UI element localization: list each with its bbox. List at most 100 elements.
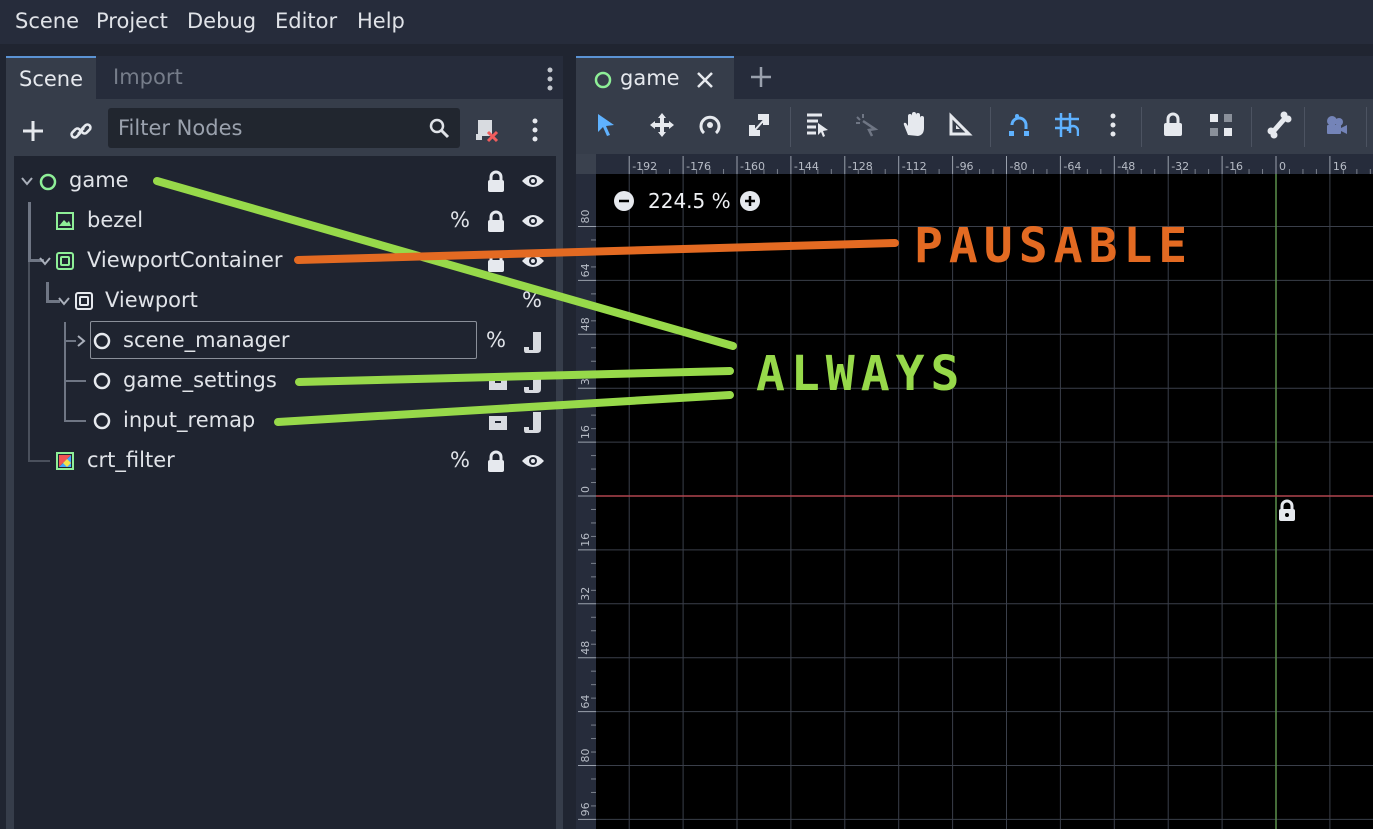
tab-game-label: game <box>620 66 680 90</box>
ruler-label: 16 <box>579 533 592 547</box>
ruler-label: 80 <box>579 749 592 763</box>
eye-icon[interactable] <box>521 452 545 470</box>
lock-icon[interactable] <box>485 170 507 194</box>
select-tool-icon[interactable] <box>593 111 619 139</box>
annotation-pausable: PAUSABLE <box>914 218 1194 274</box>
color-rect-icon <box>56 452 74 470</box>
dock-menu-icon[interactable] <box>543 66 557 92</box>
menubar: Scene Project Debug Editor Help <box>0 0 1373 44</box>
tree-item-viewport[interactable]: Viewport <box>105 288 198 312</box>
pan-tool-icon[interactable] <box>900 111 926 139</box>
node-circle-icon <box>93 332 111 350</box>
chevron-down-icon[interactable] <box>57 294 71 308</box>
ruler-tool-icon[interactable] <box>947 111 973 139</box>
menu-project[interactable]: Project <box>96 9 168 33</box>
unique-name-badge[interactable]: % <box>522 288 542 312</box>
menu-debug[interactable]: Debug <box>187 9 256 33</box>
group-icon[interactable] <box>1208 111 1234 139</box>
tree-item-scene-manager[interactable]: scene_manager <box>123 328 290 352</box>
script-icon[interactable] <box>521 409 545 435</box>
viewport-container-icon <box>56 252 74 270</box>
scale-tool-icon[interactable] <box>746 111 772 139</box>
rotate-tool-icon[interactable] <box>697 111 723 139</box>
script-icon[interactable] <box>521 329 545 355</box>
lock-icon[interactable] <box>485 450 507 474</box>
unique-name-badge[interactable]: % <box>450 448 470 472</box>
close-icon[interactable] <box>696 71 714 89</box>
lock-icon[interactable] <box>1161 111 1185 139</box>
zoom-out-icon[interactable] <box>613 190 635 212</box>
lock-icon[interactable] <box>485 250 507 274</box>
ruler-label: 16 <box>579 425 592 439</box>
camera-icon[interactable] <box>1322 111 1348 139</box>
lock-icon[interactable] <box>485 210 507 234</box>
filter-nodes-input[interactable] <box>118 108 418 148</box>
tab-scene[interactable]: Scene <box>6 56 96 99</box>
node-circle-icon <box>93 372 111 390</box>
add-node-icon[interactable] <box>20 118 46 144</box>
ruler-label: -144 <box>794 160 819 173</box>
ruler-label: 0 <box>1279 160 1286 173</box>
tree-item-viewportcontainer[interactable]: ViewportContainer <box>87 248 283 272</box>
toolbar-separator <box>1366 107 1367 147</box>
box-icon[interactable] <box>487 412 509 432</box>
tree-guide <box>64 420 86 422</box>
node-circle-icon <box>39 173 57 191</box>
menu-scene[interactable]: Scene <box>15 9 79 33</box>
menu-editor[interactable]: Editor <box>275 9 337 33</box>
pivot-tool-icon[interactable] <box>853 111 879 139</box>
tab-import[interactable]: Import <box>113 56 183 99</box>
editor-tab-bar: game <box>576 56 1373 99</box>
zoom-level[interactable]: 224.5 % <box>648 189 731 213</box>
bone-icon[interactable] <box>1266 111 1292 139</box>
unique-name-badge[interactable]: % <box>450 208 470 232</box>
eye-icon[interactable] <box>521 212 545 230</box>
eye-icon[interactable] <box>521 172 545 190</box>
filter-nodes-box <box>108 108 460 148</box>
ruler-label: -96 <box>956 160 974 173</box>
chevron-down-icon[interactable] <box>38 254 52 268</box>
new-tab-icon[interactable] <box>749 65 773 89</box>
tree-item-input-remap[interactable]: input_remap <box>123 408 255 432</box>
ruler-corner <box>576 154 596 174</box>
link-icon[interactable] <box>68 118 94 144</box>
ruler-label: 96 <box>579 802 592 816</box>
tree-item-game[interactable]: game <box>69 168 129 192</box>
ruler-label: 48 <box>579 317 592 331</box>
tree-menu-icon[interactable] <box>528 116 542 144</box>
move-tool-icon[interactable] <box>649 111 675 139</box>
snap-options-icon[interactable] <box>1108 111 1118 139</box>
tab-game[interactable]: game <box>576 56 734 99</box>
zoom-in-icon[interactable] <box>739 190 761 212</box>
tree-item-game-settings[interactable]: game_settings <box>123 368 277 392</box>
box-icon[interactable] <box>487 372 509 392</box>
ruler-label: -32 <box>1171 160 1189 173</box>
ruler-label: 32 <box>579 587 592 601</box>
annotation-always: ALWAYS <box>756 346 966 402</box>
menu-help[interactable]: Help <box>357 9 405 33</box>
unique-name-badge[interactable]: % <box>486 328 506 352</box>
node-circle-icon <box>93 412 111 430</box>
ruler-label: -112 <box>902 160 927 173</box>
script-remove-icon[interactable] <box>472 116 500 144</box>
tree-item-crt-filter[interactable]: crt_filter <box>87 448 175 472</box>
ruler-label: 48 <box>579 641 592 655</box>
ruler-label: -16 <box>1225 160 1243 173</box>
ruler-label: -128 <box>848 160 873 173</box>
smart-snap-icon[interactable] <box>1006 111 1032 139</box>
ruler-label: -176 <box>686 160 711 173</box>
list-select-icon[interactable] <box>804 111 830 139</box>
tree-guide <box>46 282 49 302</box>
grid-snap-icon[interactable] <box>1053 111 1079 139</box>
script-icon[interactable] <box>521 369 545 395</box>
tree-guide <box>64 322 66 422</box>
canvas-viewport[interactable]: -192 -176 -160 -144 -128 -112 -96 -80 -64 -48 -32-… <box>576 154 1373 829</box>
ruler-label: 64 <box>579 695 592 709</box>
eye-icon[interactable] <box>521 252 545 270</box>
chevron-right-icon[interactable] <box>74 334 88 348</box>
chevron-down-icon[interactable] <box>20 174 34 188</box>
tree-item-bezel[interactable]: bezel <box>87 208 143 232</box>
tree-guide <box>64 380 86 382</box>
ruler-label: 64 <box>579 263 592 277</box>
tree-guide <box>28 202 31 260</box>
